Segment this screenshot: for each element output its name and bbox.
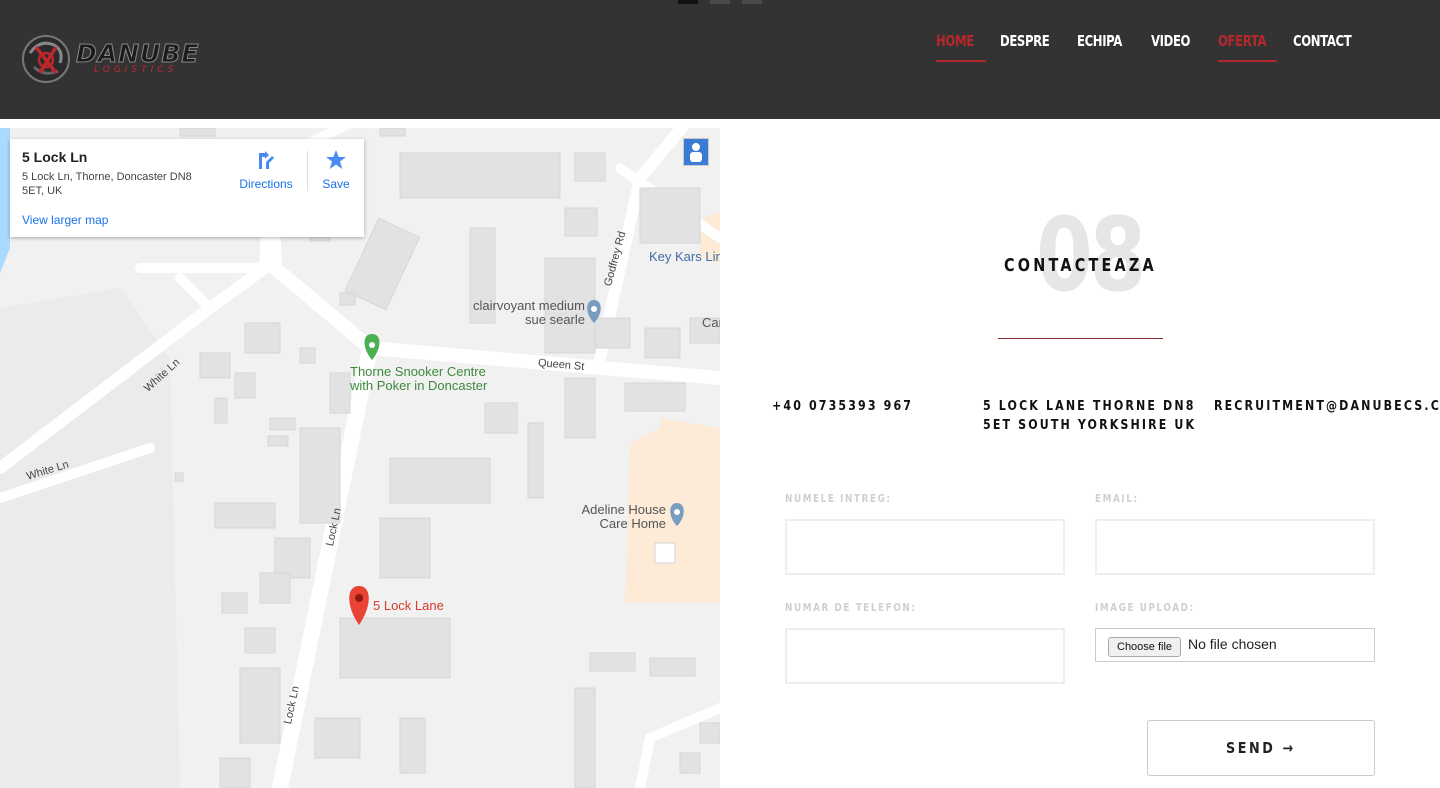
phone-field[interactable] bbox=[785, 628, 1065, 684]
slider-dot[interactable] bbox=[710, 0, 730, 4]
logo-globe-icon bbox=[20, 33, 72, 85]
nav-oferta[interactable]: OFERTA bbox=[1218, 32, 1277, 62]
slider-dot[interactable] bbox=[742, 0, 762, 4]
site-header: DANUBE LOGISTICS HOME DESPRE ECHIPA VIDE… bbox=[0, 0, 1440, 119]
card-divider bbox=[307, 151, 308, 191]
nav-contact[interactable]: CONTACT bbox=[1293, 32, 1352, 62]
title-divider bbox=[998, 338, 1163, 339]
directions-icon bbox=[259, 151, 274, 169]
pin-label-5-lock-lane: 5 Lock Lane bbox=[373, 598, 444, 613]
brand-logo[interactable]: DANUBE LOGISTICS bbox=[20, 32, 200, 86]
name-label: NUMELE INTREG: bbox=[785, 492, 892, 505]
view-larger-map-link[interactable]: View larger map bbox=[22, 213, 108, 227]
nav-video[interactable]: VIDEO bbox=[1151, 32, 1203, 62]
image-upload-input[interactable]: Choose file No file chosen bbox=[1095, 628, 1375, 662]
slider-dots bbox=[678, 0, 762, 4]
contact-email[interactable]: RECRUITMENT@DANUBECS.CO.UK bbox=[1214, 397, 1440, 416]
file-status: No file chosen bbox=[1188, 636, 1277, 652]
poi-car[interactable]: Car bbox=[702, 316, 720, 330]
address-line-1: 5 LOCK LANE THORNE DN8 bbox=[983, 399, 1196, 414]
place-title: 5 Lock Ln bbox=[22, 149, 88, 165]
choose-file-button[interactable]: Choose file bbox=[1108, 637, 1182, 657]
poi-clairvoyant[interactable]: clairvoyant medium sue searle bbox=[455, 299, 585, 327]
contact-section: 08 CONTACTEAZA +40 0735393 967 5 LOCK LA… bbox=[720, 119, 1440, 788]
send-button[interactable]: SEND → bbox=[1147, 720, 1375, 776]
street-view-pegman-icon[interactable] bbox=[683, 138, 709, 166]
poi-key-kars[interactable]: Key Kars Lin bbox=[649, 250, 720, 264]
place-address: 5 Lock Ln, Thorne, Doncaster DN8 5ET, UK bbox=[22, 171, 192, 197]
main-nav: HOME DESPRE ECHIPA VIDEO OFERTA CONTACT bbox=[936, 32, 1363, 62]
nav-echipa[interactable]: ECHIPA bbox=[1077, 32, 1135, 62]
nav-home[interactable]: HOME bbox=[936, 32, 986, 62]
slider-dot[interactable] bbox=[678, 0, 698, 4]
map-info-card: 5 Lock Ln 5 Lock Ln, Thorne, Doncaster D… bbox=[10, 139, 364, 237]
embedded-map[interactable]: 5 Lock Ln 5 Lock Ln, Thorne, Doncaster D… bbox=[0, 128, 720, 788]
contact-phone[interactable]: +40 0735393 967 bbox=[772, 397, 913, 416]
section-title: CONTACTEAZA bbox=[1004, 255, 1157, 276]
upload-label: IMAGE UPLOAD: bbox=[1095, 601, 1195, 614]
address-line-2: 5ET SOUTH YORKSHIRE UK bbox=[983, 418, 1197, 433]
poi-adeline-house[interactable]: Adeline House Care Home bbox=[560, 503, 666, 531]
phone-label: NUMAR DE TELEFON: bbox=[785, 601, 917, 614]
email-field[interactable] bbox=[1095, 519, 1375, 575]
name-field[interactable] bbox=[785, 519, 1065, 575]
directions-label: Directions bbox=[239, 177, 293, 191]
save-label: Save bbox=[322, 177, 350, 191]
save-button[interactable]: Save bbox=[320, 149, 352, 191]
star-icon bbox=[326, 150, 346, 169]
email-label: EMAIL: bbox=[1095, 492, 1139, 505]
brand-tagline: LOGISTICS bbox=[94, 65, 178, 75]
contact-address: 5 LOCK LANE THORNE DN8 5ET SOUTH YORKSHI… bbox=[983, 397, 1196, 435]
send-label: SEND → bbox=[1226, 739, 1296, 757]
brand-name: DANUBE bbox=[75, 39, 200, 69]
poi-snooker-centre[interactable]: Thorne Snooker Centre with Poker in Donc… bbox=[350, 365, 510, 393]
directions-button[interactable]: Directions bbox=[238, 149, 294, 191]
nav-despre[interactable]: DESPRE bbox=[1000, 32, 1060, 62]
